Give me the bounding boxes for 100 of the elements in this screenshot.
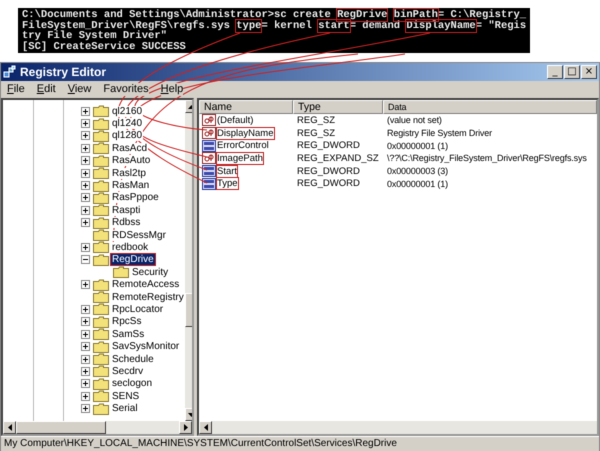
- folder-icon: [93, 229, 109, 242]
- folder-icon: [93, 130, 109, 142]
- expand-icon[interactable]: [80, 119, 90, 128]
- value-data: 0x00000001 (1): [386, 178, 449, 189]
- folder-icon: [93, 105, 109, 118]
- tree-item[interactable]: seclogon: [111, 378, 154, 390]
- expand-icon[interactable]: [80, 181, 90, 190]
- tree-item[interactable]: RasAuto: [111, 155, 152, 166]
- expand-icon[interactable]: [80, 106, 90, 116]
- tree-item[interactable]: ql1240: [111, 118, 144, 130]
- menu-item[interactable]: Help: [160, 83, 184, 96]
- expand-icon[interactable]: [80, 392, 90, 401]
- tree-item[interactable]: RemoteAccess: [111, 279, 180, 290]
- value-name[interactable]: ErrorControl: [217, 140, 269, 152]
- folder-icon: [93, 378, 109, 390]
- folder-icon: [93, 328, 109, 340]
- value-data: 0x00000001 (1): [386, 140, 449, 151]
- column-header[interactable]: Data: [383, 100, 597, 114]
- expand-icon[interactable]: [80, 131, 90, 140]
- menu-item[interactable]: Edit: [36, 83, 56, 96]
- expand-icon[interactable]: [80, 404, 90, 414]
- tree-item[interactable]: RasAcd: [111, 142, 148, 154]
- folder-icon: [93, 278, 109, 291]
- window-control-button[interactable]: ×: [581, 65, 597, 79]
- folder-icon: [93, 402, 109, 415]
- tree-item[interactable]: ql1280: [111, 130, 144, 142]
- value-data: Registry File System Driver: [386, 128, 493, 138]
- tree-item[interactable]: SENS: [111, 390, 140, 402]
- column-header[interactable]: Type: [293, 100, 383, 114]
- folder-icon: [93, 316, 109, 328]
- tree-item[interactable]: redbook: [111, 242, 150, 253]
- expand-icon[interactable]: [80, 379, 90, 388]
- tree-item[interactable]: ql2160: [111, 106, 144, 117]
- tree-item[interactable]: Schedule: [111, 354, 155, 364]
- expand-icon[interactable]: [80, 280, 90, 290]
- tree-item[interactable]: RasMan: [111, 180, 150, 192]
- tree-item[interactable]: Serial: [111, 403, 139, 414]
- expand-icon[interactable]: [80, 206, 90, 215]
- tree-item[interactable]: SamSs: [111, 328, 146, 340]
- expand-icon[interactable]: [80, 330, 90, 339]
- folder-icon: [93, 303, 109, 316]
- folder-icon: [93, 167, 109, 180]
- horizontal-scrollbar[interactable]: [3, 421, 192, 434]
- registry-cubes-icon: [3, 65, 17, 79]
- folder-icon: [93, 192, 109, 204]
- expand-icon[interactable]: [80, 193, 90, 202]
- value-data: 0x00000003 (3): [386, 166, 449, 176]
- console-text: [SC] CreateService SUCCESS: [22, 40, 186, 52]
- folder-icon: [93, 142, 109, 154]
- tree-item[interactable]: Raspti: [111, 204, 142, 216]
- console-text: start: [318, 20, 350, 32]
- console-text: RegDrive: [337, 9, 388, 21]
- tree-item[interactable]: RegDrive: [111, 254, 155, 266]
- menu-item[interactable]: View: [68, 83, 92, 96]
- tree-item[interactable]: RpcSs: [111, 316, 142, 328]
- left-arrow-icon: [204, 424, 208, 431]
- tree-item[interactable]: Security: [131, 266, 170, 278]
- window-control-button[interactable]: □: [564, 65, 580, 79]
- tree-item[interactable]: Rdbss: [111, 217, 142, 228]
- status-bar: My Computer\HKEY_LOCAL_MACHINE\SYSTEM\CurrentControlSet\Services\RegDrive: [1, 436, 599, 451]
- horizontal-scrollbar[interactable]: [199, 421, 597, 434]
- column-header[interactable]: Name: [199, 100, 293, 114]
- console-text: DisplayName: [406, 20, 476, 32]
- tree-item[interactable]: RDSessMgr: [111, 230, 167, 241]
- value-type: REG_SZ: [296, 114, 336, 126]
- console-text: C:\Documents and Settings\Administrator>sc create: [22, 9, 332, 21]
- tree-item[interactable]: RasPppoe: [111, 192, 160, 204]
- console-text: type: [236, 20, 262, 32]
- console-text: FileSystem_Driver\RegFS\regfs.sys: [22, 20, 231, 32]
- value-name[interactable]: DisplayName: [217, 128, 274, 139]
- value-name[interactable]: ImagePath: [217, 152, 263, 164]
- expand-icon[interactable]: [80, 218, 90, 228]
- expand-icon[interactable]: [80, 144, 90, 153]
- console-text: try File System Driver": [22, 30, 167, 42]
- expand-icon[interactable]: [80, 342, 90, 352]
- value-type: REG_DWORD: [296, 178, 361, 190]
- window-control-button[interactable]: _: [547, 65, 563, 79]
- value-type: REG_DWORD: [296, 166, 361, 177]
- expand-icon[interactable]: [80, 156, 90, 166]
- expand-icon[interactable]: [80, 366, 90, 376]
- tree-item[interactable]: Rasl2tp: [111, 168, 147, 179]
- value-name[interactable]: Start: [217, 166, 238, 177]
- window-title: Registry Editor: [20, 65, 108, 79]
- menu-item[interactable]: File: [7, 83, 25, 96]
- tree-item[interactable]: SavSysMonitor: [111, 341, 180, 352]
- value-name[interactable]: (Default): [217, 114, 254, 126]
- expand-icon[interactable]: [80, 317, 90, 326]
- menu-item[interactable]: Favorites: [103, 83, 149, 96]
- folder-icon: [93, 390, 109, 402]
- expand-icon[interactable]: [80, 304, 90, 314]
- scrollbar-thumb[interactable]: [16, 421, 106, 434]
- expand-icon[interactable]: [80, 168, 90, 178]
- collapse-icon[interactable]: [80, 255, 90, 264]
- tree-item[interactable]: RemoteRegistry: [111, 292, 185, 303]
- tree-item[interactable]: RpcLocator: [111, 304, 164, 315]
- console-text: = kernel: [261, 20, 313, 32]
- tree-item[interactable]: Secdrv: [111, 366, 144, 377]
- expand-icon[interactable]: [80, 242, 90, 252]
- value-name[interactable]: Type: [217, 178, 238, 190]
- expand-icon[interactable]: [80, 354, 90, 364]
